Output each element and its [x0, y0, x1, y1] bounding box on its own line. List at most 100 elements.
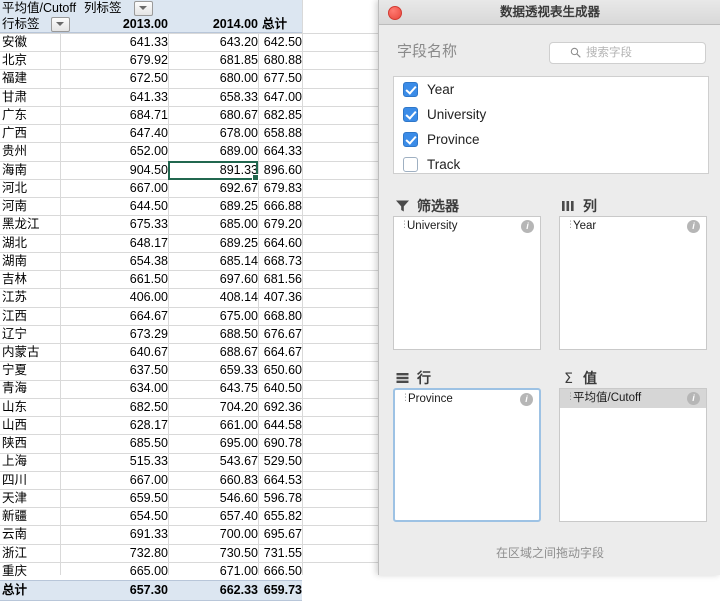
- zone-values-well[interactable]: ⋮ 平均值/Cutoff i: [559, 388, 707, 522]
- field-pill[interactable]: ⋮ Year i: [560, 217, 706, 236]
- cell-2013[interactable]: 672.50: [60, 69, 168, 87]
- cell-2014[interactable]: 692.67: [168, 179, 258, 197]
- info-icon[interactable]: i: [687, 392, 700, 405]
- field-list-item[interactable]: University: [394, 102, 708, 127]
- cell-2014[interactable]: 700.00: [168, 525, 258, 543]
- zone-rows[interactable]: 行 ⋮ Province i: [393, 368, 541, 522]
- table-row[interactable]: 重庆 665.00 671.00 666.50: [0, 562, 302, 580]
- table-row[interactable]: 浙江 732.80 730.50 731.55: [0, 544, 302, 562]
- zone-filters-well[interactable]: ⋮ University i: [393, 216, 541, 350]
- field-checkbox[interactable]: [403, 157, 418, 172]
- cell-total[interactable]: 677.50: [258, 69, 302, 87]
- cell-total[interactable]: 668.80: [258, 307, 302, 325]
- cell-2013[interactable]: 685.50: [60, 434, 168, 452]
- table-row[interactable]: 河北 667.00 692.67 679.83: [0, 179, 302, 197]
- table-row[interactable]: 陕西 685.50 695.00 690.78: [0, 434, 302, 452]
- cell-2013[interactable]: 406.00: [60, 288, 168, 306]
- dialog-titlebar[interactable]: 数据透视表生成器: [379, 0, 720, 25]
- cell-2013[interactable]: 665.00: [60, 562, 168, 580]
- cell-total[interactable]: 664.33: [258, 142, 302, 160]
- cell-2014[interactable]: 657.40: [168, 507, 258, 525]
- cell-2014[interactable]: 680.00: [168, 69, 258, 87]
- zone-values[interactable]: Σ 值 ⋮ 平均值/Cutoff i: [559, 368, 707, 522]
- cell-2013[interactable]: 667.00: [60, 179, 168, 197]
- cell-2014[interactable]: 704.20: [168, 398, 258, 416]
- info-icon[interactable]: i: [520, 393, 533, 406]
- field-list-item[interactable]: Year: [394, 77, 708, 102]
- cell-total[interactable]: 676.67: [258, 325, 302, 343]
- table-row[interactable]: 海南 904.50 891.33 896.60: [0, 161, 302, 179]
- cell-2014[interactable]: 730.50: [168, 544, 258, 562]
- cell-2014[interactable]: 546.60: [168, 489, 258, 507]
- pivot-table-builder-dialog[interactable]: 数据透视表生成器 字段名称 搜索字段 Year University Provinc…: [378, 0, 720, 575]
- cell-2013[interactable]: 654.38: [60, 252, 168, 270]
- table-row[interactable]: 青海 634.00 643.75 640.50: [0, 379, 302, 397]
- drag-handle-icon[interactable]: ⋮: [401, 393, 410, 404]
- cell-2014[interactable]: 685.00: [168, 215, 258, 233]
- cell-total[interactable]: 731.55: [258, 544, 302, 562]
- pivot-body[interactable]: 安徽 641.33 643.20 642.50 北京 679.92 681.85 680.88…: [0, 33, 302, 601]
- cell-2014[interactable]: 695.00: [168, 434, 258, 452]
- grand-total-row[interactable]: 总计 657.30 662.33 659.73: [0, 580, 302, 601]
- cell-total[interactable]: 682.85: [258, 106, 302, 124]
- cell-2013[interactable]: 691.33: [60, 525, 168, 543]
- table-row[interactable]: 湖北 648.17 689.25 664.60: [0, 234, 302, 252]
- field-list-item[interactable]: Track: [394, 152, 708, 173]
- cell-total[interactable]: 666.88: [258, 197, 302, 215]
- table-row[interactable]: 四川 667.00 660.83 664.53: [0, 471, 302, 489]
- cell-total[interactable]: 647.00: [258, 88, 302, 106]
- drag-handle-icon[interactable]: ⋮: [566, 392, 575, 403]
- cell-2013[interactable]: 682.50: [60, 398, 168, 416]
- table-row[interactable]: 宁夏 637.50 659.33 650.60: [0, 361, 302, 379]
- cell-total[interactable]: 650.60: [258, 361, 302, 379]
- field-list-item[interactable]: Province: [394, 127, 708, 152]
- cell-total[interactable]: 664.53: [258, 471, 302, 489]
- field-checkbox[interactable]: [403, 132, 418, 147]
- field-pill[interactable]: ⋮ Province i: [395, 390, 539, 409]
- info-icon[interactable]: i: [687, 220, 700, 233]
- cell-2013[interactable]: 673.29: [60, 325, 168, 343]
- cell-2014[interactable]: 688.50: [168, 325, 258, 343]
- zone-columns[interactable]: 列 ⋮ Year i: [559, 196, 707, 350]
- field-checkbox[interactable]: [403, 107, 418, 122]
- cell-2014[interactable]: 688.67: [168, 343, 258, 361]
- table-row[interactable]: 江西 664.67 675.00 668.80: [0, 307, 302, 325]
- cell-2013[interactable]: 652.00: [60, 142, 168, 160]
- cell-2013[interactable]: 684.71: [60, 106, 168, 124]
- cell-total[interactable]: 664.60: [258, 234, 302, 252]
- cell-total[interactable]: 666.50: [258, 562, 302, 580]
- cell-total[interactable]: 695.67: [258, 525, 302, 543]
- cell-total[interactable]: 664.67: [258, 343, 302, 361]
- cell-2013[interactable]: 648.17: [60, 234, 168, 252]
- cell-total[interactable]: 692.36: [258, 398, 302, 416]
- table-row[interactable]: 广西 647.40 678.00 658.88: [0, 124, 302, 142]
- cell-2014[interactable]: 685.14: [168, 252, 258, 270]
- cell-2013[interactable]: 661.50: [60, 270, 168, 288]
- table-row[interactable]: 黑龙江 675.33 685.00 679.20: [0, 215, 302, 233]
- cell-2014[interactable]: 408.14: [168, 288, 258, 306]
- table-row[interactable]: 山西 628.17 661.00 644.58: [0, 416, 302, 434]
- drag-handle-icon[interactable]: ⋮: [400, 220, 409, 231]
- field-checkbox[interactable]: [403, 82, 418, 97]
- cell-2014[interactable]: 689.25: [168, 234, 258, 252]
- cell-total[interactable]: 680.88: [258, 51, 302, 69]
- zone-filters[interactable]: 筛选器 ⋮ University i: [393, 196, 541, 350]
- cell-total[interactable]: 655.82: [258, 507, 302, 525]
- zone-rows-well[interactable]: ⋮ Province i: [393, 388, 541, 522]
- drag-handle-icon[interactable]: ⋮: [566, 220, 575, 231]
- cell-2014[interactable]: 689.25: [168, 197, 258, 215]
- table-row[interactable]: 新疆 654.50 657.40 655.82: [0, 507, 302, 525]
- table-row[interactable]: 甘肃 641.33 658.33 647.00: [0, 88, 302, 106]
- cell-total[interactable]: 679.83: [258, 179, 302, 197]
- cell-2013[interactable]: 732.80: [60, 544, 168, 562]
- cell-2013[interactable]: 640.67: [60, 343, 168, 361]
- cell-2014[interactable]: 643.75: [168, 379, 258, 397]
- cell-total[interactable]: 690.78: [258, 434, 302, 452]
- cell-2014[interactable]: 697.60: [168, 270, 258, 288]
- zone-columns-well[interactable]: ⋮ Year i: [559, 216, 707, 350]
- cell-total[interactable]: 407.36: [258, 288, 302, 306]
- cell-2014[interactable]: 543.67: [168, 452, 258, 470]
- table-row[interactable]: 福建 672.50 680.00 677.50: [0, 69, 302, 87]
- field-list[interactable]: Year University Province Track: [393, 76, 709, 174]
- cell-2014[interactable]: 661.00: [168, 416, 258, 434]
